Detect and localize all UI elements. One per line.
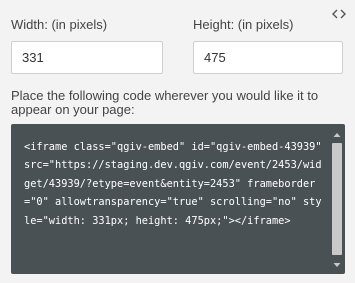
height-field-group: Height: (in pixels) [193,17,343,74]
embed-instructions: Place the following code wherever you wo… [11,88,319,117]
width-label: Width: (in pixels) [11,17,108,32]
scroll-thumb[interactable] [332,143,342,255]
height-label: Height: (in pixels) [193,17,294,32]
width-field-group: Width: (in pixels) [11,17,163,74]
width-input[interactable] [11,41,163,74]
scroll-up-arrow-icon[interactable] [331,128,343,140]
height-input[interactable] [193,41,343,74]
scroll-down-arrow-icon[interactable] [331,258,343,270]
embed-code-panel: Width: (in pixels) Height: (in pixels) P… [0,0,355,283]
embed-code-box[interactable]: <iframe class="qgiv-embed" id="qgiv-embe… [11,124,345,274]
embed-code-text[interactable]: <iframe class="qgiv-embed" id="qgiv-embe… [24,138,324,230]
code-scrollbar[interactable] [331,128,343,270]
